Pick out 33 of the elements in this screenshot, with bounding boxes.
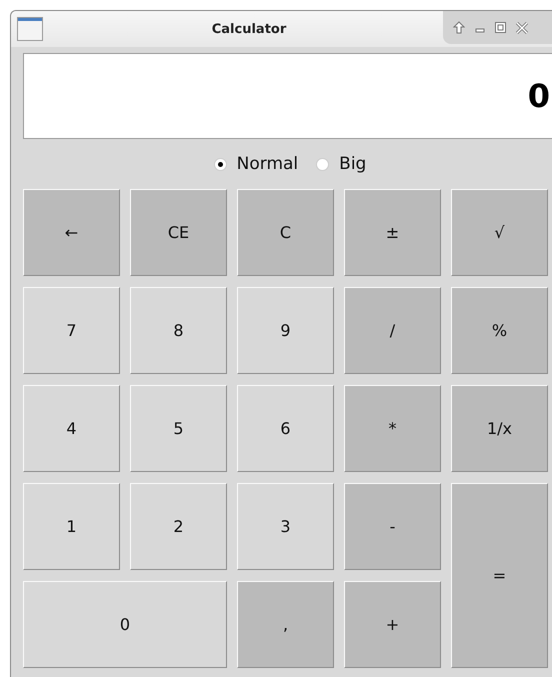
- calculator-key[interactable]: 0: [23, 581, 227, 668]
- calculator-key[interactable]: 3: [237, 483, 334, 570]
- calculator-key[interactable]: √: [451, 189, 548, 276]
- calculator-key[interactable]: ←: [23, 189, 120, 276]
- calculator-key[interactable]: %: [451, 287, 548, 374]
- calculator-key[interactable]: =: [451, 483, 548, 668]
- calculator-key[interactable]: 1/x: [451, 385, 548, 472]
- close-icon[interactable]: [516, 22, 528, 34]
- maximize-icon[interactable]: [495, 22, 506, 33]
- calculator-key[interactable]: ,: [237, 581, 334, 668]
- calculator-key[interactable]: 7: [23, 287, 120, 374]
- window-title: Calculator: [210, 22, 288, 36]
- window-icon: [17, 17, 43, 41]
- calculator-key[interactable]: 5: [130, 385, 227, 472]
- calculator-key[interactable]: 4: [23, 385, 120, 472]
- radio-dot[interactable]: [316, 158, 330, 170]
- arrow-up-icon[interactable]: [453, 21, 465, 34]
- calculator-key[interactable]: C: [237, 189, 334, 276]
- radio-dot[interactable]: [214, 158, 227, 170]
- calculator-key[interactable]: *: [344, 385, 441, 472]
- calculator-key[interactable]: -: [344, 483, 441, 570]
- calculator-key[interactable]: 1: [23, 483, 120, 570]
- calculator-key[interactable]: 6: [237, 385, 334, 472]
- size-radio[interactable]: Normal: [214, 154, 298, 174]
- calculator-key[interactable]: 8: [130, 287, 227, 374]
- calculator-key[interactable]: CE: [130, 189, 227, 276]
- calculator-key[interactable]: 9: [237, 287, 334, 374]
- calculator-key[interactable]: +: [344, 581, 441, 668]
- display-field: 0: [23, 53, 552, 139]
- calculator-key[interactable]: /: [344, 287, 441, 374]
- calculator-key[interactable]: 2: [130, 483, 227, 570]
- size-radio[interactable]: Big: [316, 154, 366, 174]
- calculator-key[interactable]: ±: [344, 189, 441, 276]
